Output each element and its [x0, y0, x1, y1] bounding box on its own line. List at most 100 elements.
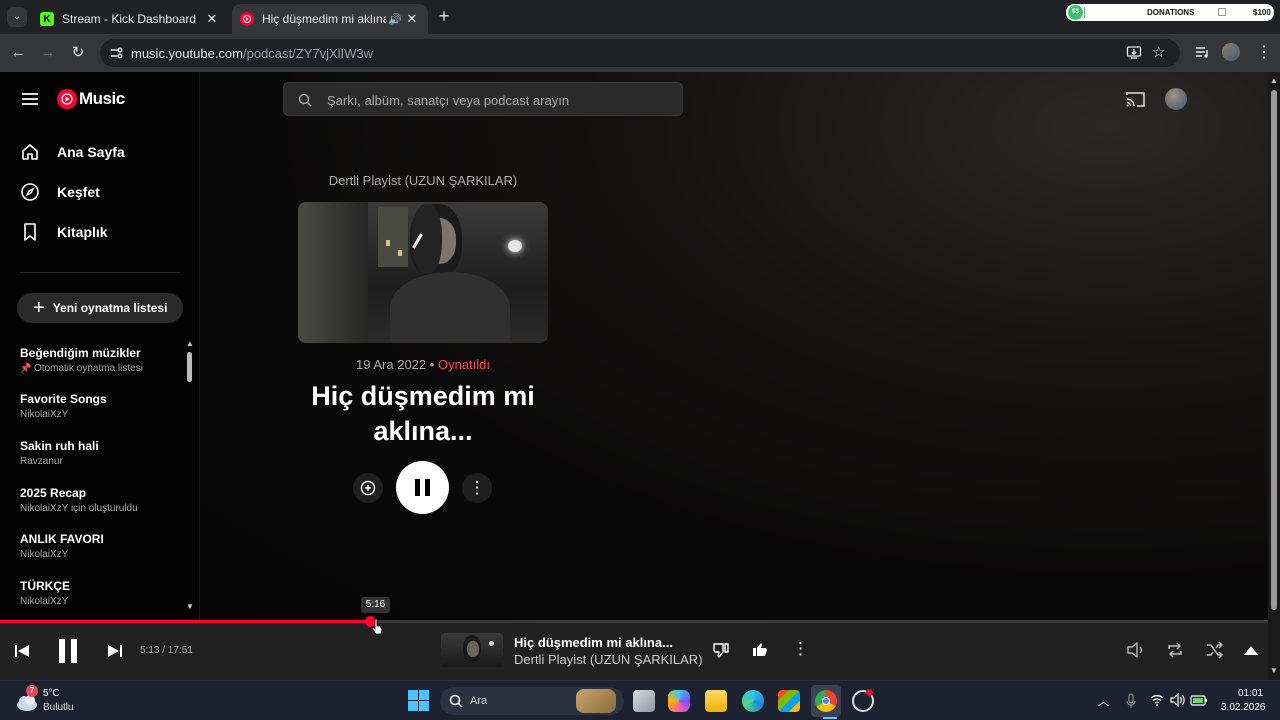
speaker-icon[interactable]	[1170, 693, 1185, 707]
show-hidden-icons-chevron-icon[interactable]: ︿	[1098, 693, 1109, 709]
site-info-icon[interactable]	[108, 45, 124, 61]
more-menu-icon[interactable]: ⋮	[1256, 42, 1272, 62]
close-tab-icon[interactable]: ✕	[204, 11, 220, 27]
like-icon[interactable]	[751, 641, 769, 659]
episode-more-button[interactable]: ⋮	[462, 473, 492, 503]
playlist-item[interactable]: Favorite Songs NikolaiXzY	[20, 392, 180, 420]
clock-date[interactable]: 3.02.2026	[1221, 702, 1266, 713]
playlist-subtitle: NikolaiXzY	[20, 549, 69, 560]
chrome-center	[822, 697, 830, 705]
tab-title: Hiç düşmedim mi aklına... |	[262, 12, 386, 26]
search-input[interactable]: Şarkı, albüm, sanatçı veya podcast arayı…	[283, 82, 683, 116]
install-app-icon[interactable]	[1126, 44, 1142, 60]
podcast-name-link[interactable]: Dertli Playist (UZUN ŞARKILAR)	[298, 173, 548, 188]
taskbar-search[interactable]: Ara	[440, 687, 624, 715]
playlist-item[interactable]: TÜRKÇE NikolaiXzY	[20, 579, 180, 607]
played-status: Oynatıldı	[437, 357, 490, 372]
donations-goal: $100	[1253, 8, 1271, 17]
playlist-subtitle: NikolaiXzY için oluşturuldu	[20, 503, 138, 514]
scroll-down-arrow-icon[interactable]: ▼	[1270, 666, 1278, 675]
track-artist[interactable]: Dertli Playist (UZUN ŞARKILAR)	[514, 652, 703, 667]
expand-player-icon[interactable]	[1243, 644, 1259, 656]
hamburger-menu-icon[interactable]	[22, 92, 38, 106]
taskbar-search-label: Ara	[470, 695, 488, 707]
library-icon	[24, 223, 36, 241]
progress-fill	[0, 620, 370, 623]
windows-start-icon[interactable]	[408, 690, 429, 711]
pause-icon[interactable]	[57, 638, 79, 664]
close-tab-icon[interactable]: ✕	[404, 11, 420, 27]
tab-kick-dashboard[interactable]: K Stream - Kick Dashboard ✕	[32, 4, 228, 34]
nav-label: Kitaplık	[57, 224, 108, 240]
donation-goal-icon: $$	[1068, 5, 1083, 20]
media-control-icon[interactable]	[1194, 44, 1210, 60]
browser-toolbar: ← → ↻ music.youtube.com/podcast/ZY7vjXlI…	[0, 34, 1280, 72]
tab-youtube-music[interactable]: Hiç düşmedim mi aklına... | 🔊 ✕	[232, 4, 428, 34]
next-track-icon[interactable]	[107, 644, 123, 658]
sidebar-scrollbar-thumb[interactable]	[187, 352, 192, 382]
page-scrollbar-thumb[interactable]	[1271, 90, 1277, 610]
playlist-title: Sakin ruh hali	[20, 439, 99, 453]
plus-icon: +	[33, 297, 45, 319]
reload-icon[interactable]: ↻	[68, 43, 88, 63]
audio-playing-icon[interactable]: 🔊	[386, 13, 404, 26]
new-tab-button[interactable]: +	[434, 6, 454, 26]
donations-label: DONATIONS	[1147, 8, 1195, 17]
playlist-item[interactable]: ANLIK FAVORI NikolaiXzY	[20, 532, 180, 560]
pause-episode-button[interactable]	[396, 461, 449, 514]
youtube-music-logo-icon	[57, 89, 77, 109]
playlist-subtitle: Ravzanur	[20, 456, 63, 467]
back-arrow-icon[interactable]: ←	[8, 43, 28, 63]
nav-explore[interactable]: Keşfet	[20, 180, 100, 204]
playlist-item[interactable]: 2025 Recap NikolaiXzY için oluşturuldu	[20, 486, 180, 514]
profile-avatar[interactable]	[1222, 43, 1240, 61]
track-title[interactable]: Hiç düşmedim mi aklına...	[514, 635, 673, 650]
tab-search-button[interactable]: ⌄	[7, 7, 27, 27]
meta-separator: •	[429, 357, 435, 372]
cast-icon[interactable]	[1126, 91, 1145, 108]
previous-track-icon[interactable]	[14, 644, 30, 658]
episode-title-line: Hiç düşmedim mi	[311, 381, 535, 411]
clock-time[interactable]: 01:01	[1238, 688, 1263, 699]
battery-icon[interactable]	[1190, 693, 1208, 707]
scroll-up-arrow-icon[interactable]: ▲	[186, 339, 194, 348]
new-playlist-button[interactable]: + Yeni oynatma listesi	[17, 293, 183, 323]
task-view-icon[interactable]	[633, 690, 655, 712]
donations-overlay: $$ DONATIONS $100	[1066, 4, 1274, 21]
wifi-icon[interactable]	[1150, 694, 1164, 706]
dislike-icon[interactable]	[712, 641, 730, 659]
scroll-up-arrow-icon[interactable]: ▲	[1270, 76, 1278, 85]
microphone-icon[interactable]	[1126, 693, 1136, 709]
bookmark-star-icon[interactable]: ☆	[1152, 43, 1165, 61]
url-text: music.youtube.com/podcast/ZY7vjXlIW3w	[131, 46, 374, 61]
playlist-item[interactable]: Beğendiğim müzikler 📌 Otomatik oynatma l…	[20, 346, 180, 374]
volume-icon[interactable]	[1126, 640, 1146, 660]
logo-text: Music	[79, 89, 125, 108]
youtube-music-logo[interactable]: Music	[57, 89, 125, 109]
playlist-item[interactable]: Sakin ruh hali Ravzanur	[20, 439, 180, 467]
track-thumbnail[interactable]	[441, 633, 503, 667]
page-scrollbar[interactable]: ▲ ▼	[1268, 72, 1280, 680]
nav-home[interactable]: Ana Sayfa	[20, 140, 125, 164]
weather-widget[interactable]: 7	[14, 685, 40, 713]
playlist-title: ANLIK FAVORI	[20, 532, 104, 546]
mouse-cursor-icon	[371, 618, 383, 635]
save-episode-button[interactable]	[353, 473, 383, 503]
search-icon	[298, 93, 312, 107]
file-explorer-icon[interactable]	[705, 690, 727, 712]
window-icon[interactable]	[1218, 8, 1226, 16]
obs-recording-indicator	[866, 689, 873, 696]
address-bar[interactable]: music.youtube.com/podcast/ZY7vjXlIW3w ☆	[100, 39, 1180, 67]
microsoft-store-icon[interactable]	[778, 690, 800, 712]
more-vert-icon[interactable]: ⋮	[792, 639, 809, 659]
copilot-icon[interactable]	[668, 690, 690, 712]
scroll-down-arrow-icon[interactable]: ▼	[186, 602, 194, 611]
forward-arrow-icon[interactable]: →	[38, 43, 58, 63]
repeat-icon[interactable]	[1165, 640, 1185, 660]
seek-tooltip: 5:16	[361, 597, 390, 613]
account-avatar[interactable]	[1165, 88, 1187, 110]
nav-label: Ana Sayfa	[57, 144, 125, 160]
shuffle-icon[interactable]	[1205, 640, 1225, 660]
nav-library[interactable]: Kitaplık	[20, 220, 108, 244]
edge-browser-icon[interactable]	[742, 690, 764, 712]
